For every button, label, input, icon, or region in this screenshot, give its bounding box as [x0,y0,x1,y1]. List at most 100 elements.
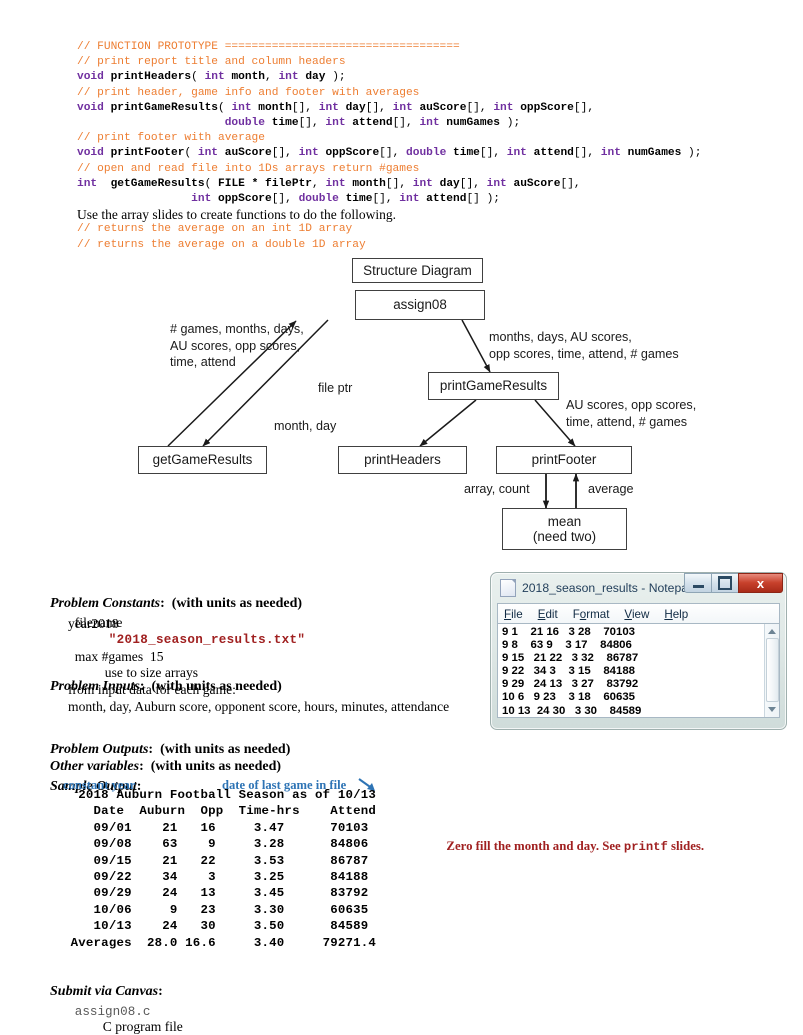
diagram-label-get-results-out: # games, months, days, AU scores, opp sc… [170,322,304,369]
menu-item-file[interactable]: File [504,608,523,621]
code-token: int [399,193,427,206]
code-token: [], [291,101,319,114]
code-token: auScore [513,177,561,190]
code-token: [], [379,147,407,160]
diagram-box-print-game-results: printGameResults [428,372,559,400]
notepad-window-controls[interactable]: x [684,573,783,594]
diagram-label-month-day: month, day [274,419,337,433]
code-token: auScore [419,101,467,114]
code-token: [], [372,193,400,206]
code-token: int [197,147,225,160]
code-token: double [298,193,346,206]
code-token: day [305,71,326,84]
maximize-button[interactable] [711,573,739,593]
code-token: // returns the average on a double 1D ar… [77,238,366,251]
diagram-label-file-ptr: file ptr [318,381,353,395]
code-line-5: double time[], int attend[], int numGame… [77,116,783,131]
code-token: int [325,177,353,190]
code-token: [], [271,147,299,160]
code-token: ); [500,117,521,130]
code-line-9: int getGameResults( FILE * filePtr, int … [77,177,783,192]
submit-file-row: assign08.c C program file [68,987,183,1035]
scrollbar-thumb[interactable] [766,638,779,702]
diagram-box-print-headers-label: printHeaders [364,452,441,468]
code-token: // open and read file into 1Ds arrays re… [77,162,420,175]
code-token: attend [426,193,467,206]
notepad-vertical-scrollbar[interactable] [764,624,779,717]
diagram-box-structure-diagram: Structure Diagram [352,258,483,283]
code-token: oppScore [325,147,380,160]
code-token: int [325,117,353,130]
notepad-text-area[interactable]: 9 1 21 16 3 28 70103 9 8 63 9 3 17 84806… [497,623,780,718]
code-token: [], [459,177,487,190]
code-token: [], [466,101,494,114]
code-token: // returns the average on an int 1D arra… [77,223,353,236]
diagram-box-get-game-results-label: getGameResults [152,452,253,468]
code-token: [], [573,101,595,114]
code-token: [] ); [466,193,501,206]
code-token: int [392,101,420,114]
code-token: int [204,71,232,84]
notepad-menubar[interactable]: File Edit Format View Help [497,603,780,624]
submit-file-name: assign08.c [74,1005,151,1019]
code-token: // print report title and column headers [77,56,346,69]
code-token: numGames [627,147,682,160]
code-token: month [231,71,266,84]
diagram-box-print-headers: printHeaders [338,446,467,474]
code-token: ( [204,177,219,190]
code-token: double [224,117,272,130]
code-token: int [278,71,306,84]
code-token: getGameResults [110,177,205,190]
code-token: auScore [224,147,272,160]
diagram-label-to-print-game-results: months, days, AU scores, opp scores, tim… [489,330,679,361]
code-line-6: // print footer with average [77,131,783,146]
menu-item-format[interactable]: Format [573,608,610,621]
code-token: int [506,147,534,160]
code-token: time [271,117,299,130]
code-token: void [77,147,111,160]
menu-item-edit[interactable]: Edit [538,608,558,621]
problem-inputs-line1: from input data for each game: [68,682,236,697]
code-token: numGames [446,117,501,130]
code-line-after-0: // returns the average on an int 1D arra… [77,222,783,237]
scroll-up-arrow-icon[interactable] [768,629,776,634]
submit-file-description: C program file [102,1019,183,1034]
code-token: printGameResults [110,101,218,114]
code-token: attend [352,117,393,130]
code-token: double [406,147,454,160]
code-token: time [345,193,373,206]
notepad-title-text: 2018_season_results - Notepad [522,581,695,595]
diagram-box-assign08-label: assign08 [393,297,447,313]
problem-constants-row-year: year2018 [68,616,119,631]
diagram-box-print-game-results-label: printGameResults [439,378,548,394]
note-zero-fill-after: slides. [667,839,705,853]
notepad-window[interactable]: 2018_season_results - Notepad x File Edi… [490,572,787,730]
code-token: day [345,101,366,114]
close-button[interactable]: x [738,573,783,593]
minimize-button[interactable] [684,573,712,593]
diagram-box-mean: mean (need two) [502,508,627,550]
menu-item-view[interactable]: View [624,608,649,621]
code-token: int [231,101,259,114]
code-token: int [77,177,104,190]
code-token: int [486,177,514,190]
maximize-icon [718,576,732,590]
menu-item-help[interactable]: Help [664,608,688,621]
code-line-7: void printFooter( int auScore[], int opp… [77,146,783,161]
code-token: // print footer with average [77,132,265,145]
code-line-0: // FUNCTION PROTOTYPE ==================… [77,40,783,55]
code-line-8: // open and read file into 1Ds arrays re… [77,162,783,177]
code-token: ); [325,71,346,84]
code-token: [], [385,177,413,190]
minimize-icon [692,585,704,588]
code-token: oppScore [218,193,272,206]
code-token: ( [191,71,205,84]
scroll-down-arrow-icon[interactable] [768,707,776,712]
code-token: attend [533,147,574,160]
structure-diagram: Structure Diagram assign08 getGameResult… [0,252,803,562]
code-line-2: void printHeaders( int month, int day ); [77,70,783,85]
close-icon: x [756,575,765,591]
